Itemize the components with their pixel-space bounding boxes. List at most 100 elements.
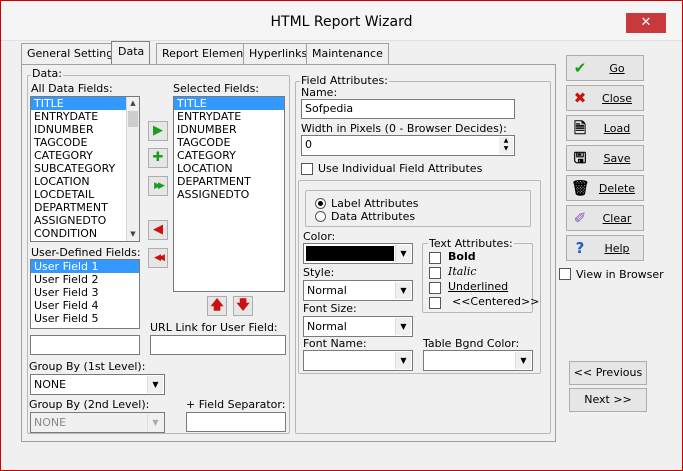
chevron-down-icon[interactable]: ▼	[395, 352, 411, 369]
user-field-input[interactable]	[30, 335, 140, 355]
group-by-1-label: Group By (1st Level):	[29, 360, 146, 373]
data-group-label: Data:	[31, 67, 63, 80]
url-link-input[interactable]	[150, 335, 286, 355]
list-item[interactable]: User Field 4	[31, 299, 139, 312]
add-field-button[interactable]: ▶	[148, 121, 168, 141]
style-value: Normal	[307, 284, 347, 297]
font-size-select[interactable]: Normal ▼	[303, 316, 413, 337]
scroll-thumb[interactable]	[128, 111, 138, 127]
list-item[interactable]: SUBCATEGORY	[31, 162, 139, 175]
underlined-label: Underlined	[448, 280, 509, 293]
group-by-1-value: NONE	[34, 378, 67, 391]
remove-all-fields-button[interactable]: ◀◀	[148, 248, 168, 268]
tab-maintenance[interactable]: Maintenance	[306, 43, 389, 64]
list-item[interactable]: CONDITION	[31, 227, 139, 240]
view-in-browser-checkbox[interactable]	[559, 268, 571, 280]
list-item[interactable]: IDNUMBER	[31, 123, 139, 136]
name-label: Name:	[301, 86, 338, 99]
style-select[interactable]: Normal ▼	[303, 280, 413, 301]
arrow-down-icon: 🡇	[236, 298, 250, 313]
load-button[interactable]: 🗎 Load	[566, 115, 644, 141]
chevron-down-icon[interactable]: ▼	[395, 245, 411, 262]
group-by-2-select[interactable]: NONE ▼	[30, 412, 165, 433]
italic-label: Italic	[448, 265, 477, 278]
clear-button[interactable]: ✐ Clear	[566, 205, 644, 231]
color-swatch	[306, 246, 394, 261]
move-up-button[interactable]: 🡅	[207, 296, 227, 316]
list-item[interactable]: DEPARTMENT	[31, 201, 139, 214]
underlined-checkbox[interactable]	[429, 282, 441, 294]
selected-fields-list[interactable]: TITLE ENTRYDATE IDNUMBER TAGCODE CATEGOR…	[173, 96, 285, 292]
user-defined-fields-list[interactable]: User Field 1 User Field 2 User Field 3 U…	[30, 259, 140, 329]
name-input[interactable]: Sofpedia	[301, 99, 515, 119]
chevron-down-icon[interactable]: ▼	[395, 318, 411, 335]
save-button[interactable]: 🖫 Save	[566, 145, 644, 171]
scroll-up-icon[interactable]: ▲	[127, 97, 139, 110]
next-button[interactable]: Next >>	[569, 388, 647, 412]
chevron-down-icon[interactable]: ▼	[515, 352, 531, 369]
selected-fields-label: Selected Fields:	[173, 82, 260, 95]
remove-field-button[interactable]: ◀	[148, 220, 168, 240]
list-item[interactable]: IDNUMBER	[174, 123, 284, 136]
close-window-button[interactable]: ✕	[626, 13, 666, 33]
list-item[interactable]: ENTRYDATE	[174, 110, 284, 123]
bold-checkbox[interactable]	[429, 252, 441, 264]
list-item[interactable]: User Field 2	[31, 273, 139, 286]
list-item[interactable]: CATEGORY	[31, 149, 139, 162]
use-individual-label: Use Individual Field Attributes	[318, 162, 483, 175]
list-item[interactable]: CATEGORY	[174, 149, 284, 162]
side-button-column: ✔ Go ✖ Close 🗎 Load 🖫 Save 🗑 Delete ✐ Clear ? H…	[566, 55, 646, 270]
plus-icon: ✚	[152, 150, 164, 165]
list-item[interactable]: LOCDETAIL	[31, 188, 139, 201]
all-data-fields-list[interactable]: TITLE ENTRYDATE IDNUMBER TAGCODE CATEGOR…	[30, 96, 140, 242]
help-button[interactable]: ? Help	[566, 235, 644, 261]
chevron-down-icon[interactable]: ▼	[147, 414, 163, 431]
scroll-down-icon[interactable]: ▼	[127, 228, 139, 241]
chevron-down-icon[interactable]: ▼	[395, 282, 411, 299]
field-separator-input[interactable]	[186, 412, 286, 432]
delete-button[interactable]: 🗑 Delete	[566, 175, 644, 201]
list-item[interactable]: TITLE	[31, 97, 127, 110]
list-item[interactable]: DEPARTMENT	[174, 175, 284, 188]
chevron-down-icon[interactable]: ▼	[147, 376, 163, 393]
list-item[interactable]: User Field 1	[31, 260, 139, 273]
tab-hyperlinks[interactable]: Hyperlinks	[243, 43, 314, 64]
go-button[interactable]: ✔ Go	[566, 55, 644, 81]
list-item[interactable]: TAGCODE	[31, 136, 139, 149]
list-item[interactable]: User Field 5	[31, 312, 139, 325]
spin-arrows-icon[interactable]: ▲ ▼	[499, 137, 513, 154]
data-attributes-label: Data Attributes	[331, 210, 416, 223]
add-all-fields-button[interactable]: ▶▶	[148, 176, 168, 196]
arrow-right-icon: ▶	[153, 123, 163, 138]
all-fields-scrollbar[interactable]: ▲ ▼	[126, 97, 139, 241]
previous-button[interactable]: << Previous	[569, 361, 647, 385]
list-item[interactable]: TAGCODE	[174, 136, 284, 149]
width-spinner[interactable]: 0 ▲ ▼	[301, 135, 515, 156]
label-attributes-radio[interactable]	[315, 198, 326, 209]
color-select[interactable]: ▼	[303, 243, 413, 264]
tab-data[interactable]: Data	[111, 41, 151, 65]
list-item[interactable]: TITLE	[174, 97, 284, 110]
save-icon: 🖫	[573, 149, 587, 167]
font-name-select[interactable]: ▼	[303, 350, 413, 371]
tab-general-settings[interactable]: General Settings	[21, 43, 125, 64]
arrow-left-icon: ◀	[153, 222, 163, 237]
style-label: Style:	[303, 266, 335, 279]
list-item[interactable]: ENTRYDATE	[31, 110, 139, 123]
data-attributes-radio[interactable]	[315, 211, 326, 222]
font-name-label: Font Name:	[303, 337, 367, 350]
close-button[interactable]: ✖ Close	[566, 85, 644, 111]
list-item[interactable]: User Field 3	[31, 286, 139, 299]
group-by-1-select[interactable]: NONE ▼	[30, 374, 165, 395]
add-user-field-button[interactable]: ✚	[148, 148, 168, 168]
list-item[interactable]: LOCATION	[31, 175, 139, 188]
list-item[interactable]: ASSIGNEDTO	[174, 188, 284, 201]
list-item[interactable]: ASSIGNEDTO	[31, 214, 139, 227]
use-individual-checkbox[interactable]	[301, 163, 313, 175]
eraser-icon: ✐	[573, 209, 587, 227]
italic-checkbox[interactable]	[429, 267, 441, 279]
centered-checkbox[interactable]	[429, 297, 441, 309]
table-bgnd-color-select[interactable]: ▼	[423, 350, 533, 371]
move-down-button[interactable]: 🡇	[233, 296, 253, 316]
list-item[interactable]: LOCATION	[174, 162, 284, 175]
